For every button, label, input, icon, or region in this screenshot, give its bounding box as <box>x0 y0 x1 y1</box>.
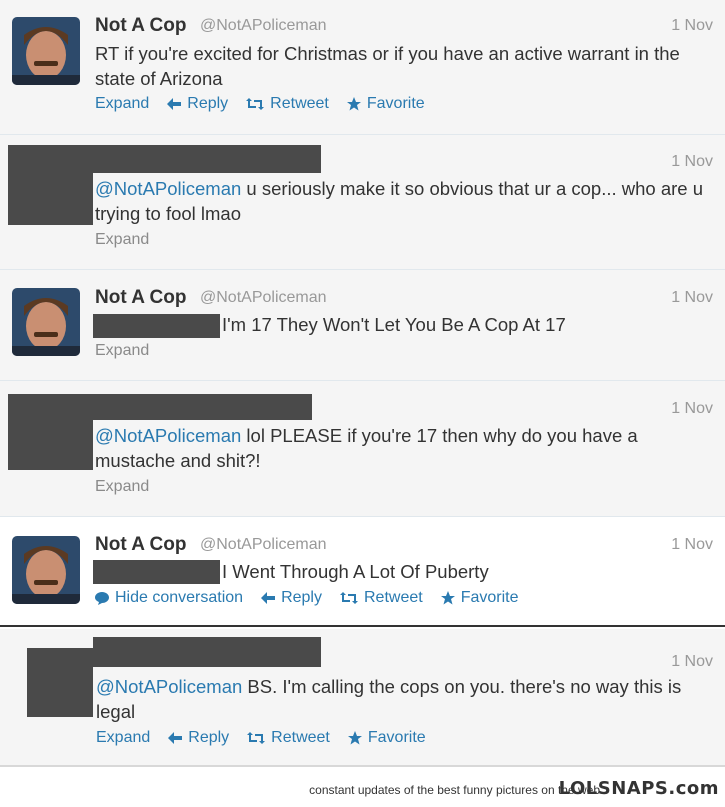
user-handle[interactable]: @NotAPoliceman <box>200 289 327 307</box>
site-logo: LOLSNAPS.com <box>558 778 719 799</box>
tweet-text: I Went Through A Lot Of Puberty <box>222 561 489 582</box>
retweet-icon <box>246 98 265 110</box>
redacted-mention <box>93 314 220 338</box>
redacted-mention <box>93 560 220 584</box>
user-name[interactable]: Not A Cop <box>95 534 186 556</box>
redacted-avatar <box>8 420 93 470</box>
tweet-1[interactable]: Not A Cop @NotAPoliceman 1 Nov RT if you… <box>0 0 725 135</box>
hide-conversation-label: Hide conversation <box>115 589 244 606</box>
redacted-user <box>8 145 321 173</box>
tweet-actions: Hide conversation Reply Retweet Favorite <box>95 589 536 607</box>
expand-link[interactable]: Expand <box>95 478 149 496</box>
tweet-4[interactable]: 1 Nov @NotAPoliceman lol PLEASE if you'r… <box>0 381 725 517</box>
tweet-6[interactable]: 1 Nov @NotAPoliceman BS. I'm calling the… <box>0 629 725 766</box>
retweet-button[interactable]: Retweet <box>247 729 330 747</box>
reply-label: Reply <box>187 95 229 112</box>
reply-button[interactable]: Reply <box>167 95 228 113</box>
favorite-button[interactable]: Favorite <box>346 95 425 113</box>
expand-link[interactable]: Expand <box>95 95 149 113</box>
mention-link[interactable]: @NotAPoliceman <box>95 425 241 446</box>
mention-link[interactable]: @NotAPoliceman <box>95 178 241 199</box>
reply-button[interactable]: Reply <box>261 589 322 607</box>
reply-icon <box>261 592 276 604</box>
reply-label: Reply <box>281 589 322 606</box>
footer-tagline: constant updates of the best funny pictu… <box>309 783 600 797</box>
favorite-button[interactable]: Favorite <box>347 729 426 747</box>
reply-icon <box>168 732 183 744</box>
mention-link[interactable]: @NotAPoliceman <box>96 676 242 697</box>
favorite-label: Favorite <box>460 589 519 606</box>
reply-label: Reply <box>188 729 230 746</box>
retweet-button[interactable]: Retweet <box>246 95 329 113</box>
tweet-3[interactable]: Not A Cop @NotAPoliceman 1 Nov I'm 17 Th… <box>0 270 725 381</box>
tweet-date[interactable]: 1 Nov <box>671 289 713 307</box>
avatar[interactable] <box>12 536 80 604</box>
reply-button[interactable]: Reply <box>168 729 229 747</box>
redacted-avatar <box>8 173 93 225</box>
tweet-2[interactable]: 1 Nov @NotAPoliceman u seriously make it… <box>0 135 725 270</box>
expand-label: Expand <box>96 729 151 746</box>
star-icon <box>440 591 455 605</box>
speech-bubble-icon <box>95 591 109 605</box>
star-icon <box>347 731 362 745</box>
tweet-date[interactable]: 1 Nov <box>671 153 713 171</box>
tweet-text: RT if you're excited for Christmas or if… <box>95 43 680 89</box>
tweet-date[interactable]: 1 Nov <box>671 400 713 418</box>
hide-conversation-link[interactable]: Hide conversation <box>95 589 243 607</box>
avatar[interactable] <box>12 17 80 85</box>
tweet-date[interactable]: 1 Nov <box>671 653 713 671</box>
retweet-label: Retweet <box>363 589 423 606</box>
redacted-avatar <box>27 648 93 717</box>
tweet-text: @NotAPoliceman BS. I'm calling the cops … <box>96 674 716 724</box>
user-handle[interactable]: @NotAPoliceman <box>200 17 327 35</box>
favorite-label: Favorite <box>367 729 426 746</box>
expand-label: Expand <box>95 95 150 112</box>
tweet-date[interactable]: 1 Nov <box>671 536 713 554</box>
redacted-user <box>8 394 312 420</box>
redacted-user <box>93 637 321 667</box>
star-icon <box>346 97 361 111</box>
expand-link[interactable]: Expand <box>96 729 150 747</box>
reply-icon <box>167 98 182 110</box>
retweet-button[interactable]: Retweet <box>339 589 423 607</box>
tweet-text: @NotAPoliceman u seriously make it so ob… <box>95 176 715 226</box>
retweet-icon <box>247 732 266 744</box>
tweet-actions: Expand Reply Retweet Favorite <box>96 729 444 747</box>
tweet-5[interactable]: Not A Cop @NotAPoliceman 1 Nov I Went Th… <box>0 517 725 627</box>
retweet-icon <box>339 592 358 604</box>
watermark-footer: constant updates of the best funny pictu… <box>0 766 725 807</box>
favorite-label: Favorite <box>366 95 425 112</box>
retweet-label: Retweet <box>271 729 330 746</box>
expand-link[interactable]: Expand <box>95 342 149 360</box>
user-handle[interactable]: @NotAPoliceman <box>200 536 327 554</box>
retweet-label: Retweet <box>270 95 329 112</box>
tweet-text: I'm 17 They Won't Let You Be A Cop At 17 <box>222 314 566 335</box>
tweet-text: @NotAPoliceman lol PLEASE if you're 17 t… <box>95 423 715 473</box>
user-name[interactable]: Not A Cop <box>95 287 186 309</box>
tweet-date[interactable]: 1 Nov <box>671 17 713 35</box>
favorite-button[interactable]: Favorite <box>440 589 519 607</box>
tweet-actions: Expand Reply Retweet Favorite <box>95 95 443 113</box>
user-name[interactable]: Not A Cop <box>95 15 186 37</box>
avatar[interactable] <box>12 288 80 356</box>
expand-link[interactable]: Expand <box>95 231 149 249</box>
